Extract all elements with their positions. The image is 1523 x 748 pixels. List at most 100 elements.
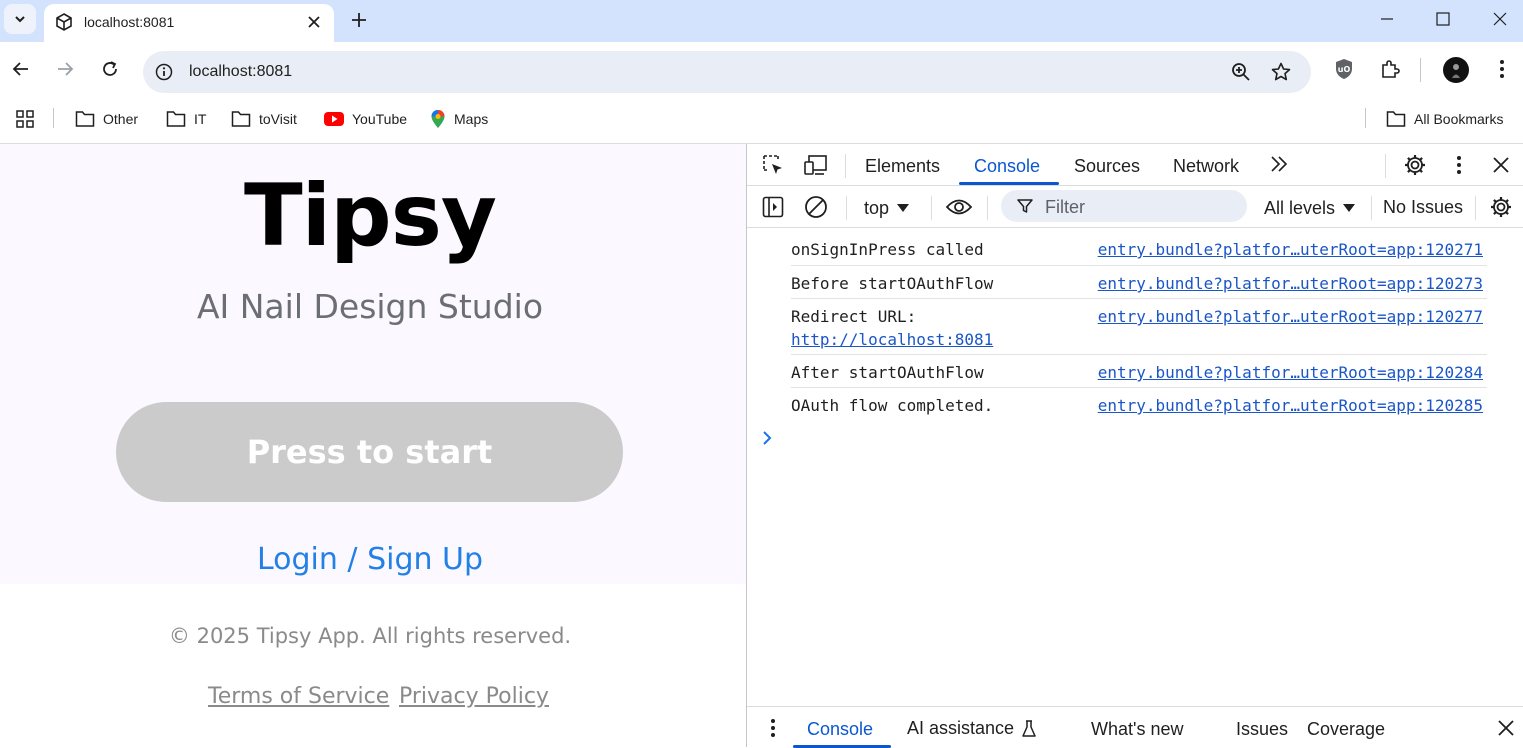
console-filter-input[interactable]: Filter: [1001, 190, 1247, 222]
inspect-element-button[interactable]: [759, 151, 787, 179]
devtools-panel: Elements Console Sources Network top Fil…: [746, 144, 1523, 748]
minimize-button[interactable]: [1364, 4, 1410, 34]
issues-counter[interactable]: No Issues: [1383, 197, 1463, 218]
tab-network[interactable]: Network: [1173, 156, 1239, 177]
console-message-text: OAuth flow completed.: [791, 396, 994, 415]
all-bookmarks-button[interactable]: All Bookmarks: [1386, 108, 1503, 130]
folder-icon: [166, 111, 186, 127]
bookmark-label: YouTube: [352, 111, 408, 127]
kebab-menu-icon: [771, 719, 775, 737]
devtools-settings-button[interactable]: [1401, 151, 1429, 179]
bookmark-label: Other: [103, 111, 139, 127]
close-window-button[interactable]: [1477, 4, 1523, 34]
forward-button[interactable]: [52, 56, 78, 82]
kebab-menu-icon: [1457, 156, 1461, 174]
chevron-right-icon: [763, 431, 772, 445]
console-message: OAuth flow completed. entry.bundle?platf…: [791, 388, 1487, 422]
tab-divider: [1385, 154, 1386, 178]
minimize-icon: [1381, 18, 1393, 20]
maximize-button[interactable]: [1420, 4, 1466, 34]
console-message-text: Before startOAuthFlow: [791, 274, 994, 293]
bookmark-youtube[interactable]: YouTube: [324, 108, 407, 130]
terms-of-service-link[interactable]: Terms of Service: [208, 684, 389, 709]
svg-text:uO: uO: [1338, 65, 1351, 74]
reload-button[interactable]: [97, 56, 123, 82]
filter-icon: [1017, 199, 1033, 213]
clear-console-button[interactable]: [802, 193, 830, 221]
back-button[interactable]: [8, 56, 34, 82]
new-tab-button[interactable]: [346, 7, 372, 33]
login-signup-link[interactable]: Login / Sign Up: [0, 542, 740, 577]
console-settings-button[interactable]: [1487, 193, 1515, 221]
bookmark-star-button[interactable]: [1270, 61, 1292, 83]
drawer-tab-whats-new[interactable]: What's new: [1091, 719, 1183, 740]
drawer-tab-console[interactable]: Console: [807, 719, 873, 740]
kebab-menu-icon: [1500, 60, 1504, 78]
ublock-extension-button[interactable]: uO: [1331, 56, 1357, 82]
bookmark-maps[interactable]: Maps: [430, 108, 488, 130]
devtools-menu-button[interactable]: [1445, 151, 1473, 179]
block-icon: [805, 196, 827, 218]
toolbar-divider: [931, 196, 932, 220]
toolbar-divider: [987, 196, 988, 220]
console-prompt[interactable]: [761, 430, 773, 446]
privacy-policy-link[interactable]: Privacy Policy: [399, 684, 549, 709]
all-bookmarks-label: All Bookmarks: [1414, 111, 1504, 127]
copyright-text: © 2025 Tipsy App. All rights reserved.: [168, 624, 572, 648]
browser-menu-button[interactable]: [1489, 56, 1515, 82]
app-subtitle: AI Nail Design Studio: [196, 287, 544, 326]
folder-icon: [1386, 111, 1406, 127]
drawer-tab-label: AI assistance: [907, 718, 1015, 738]
tab-console[interactable]: Console: [974, 156, 1040, 177]
caret-down-icon: [1343, 204, 1356, 212]
redirect-url-link[interactable]: http://localhost:8081: [791, 328, 993, 351]
profile-avatar[interactable]: [1443, 57, 1469, 83]
toolbar-divider: [1371, 196, 1372, 220]
inspect-icon: [763, 155, 782, 174]
tab-sources[interactable]: Sources: [1074, 156, 1140, 177]
puzzle-icon: [1382, 60, 1400, 78]
console-source-link[interactable]: entry.bundle?platfor…uterRoot=app:120271: [1098, 238, 1483, 261]
zoom-button[interactable]: [1230, 61, 1252, 83]
tab-close-button[interactable]: [304, 12, 324, 32]
console-source-link[interactable]: entry.bundle?platfor…uterRoot=app:120273: [1098, 272, 1483, 295]
context-selector[interactable]: top: [864, 195, 910, 221]
browser-toolbar: localhost:8081 uO: [0, 42, 1523, 100]
drawer-tab-ai-assistance[interactable]: AI assistance: [907, 718, 1036, 739]
show-sidebar-button[interactable]: [759, 193, 787, 221]
star-icon: [1271, 62, 1291, 81]
browser-tab[interactable]: localhost:8081: [44, 4, 334, 42]
start-button[interactable]: Press to start: [116, 402, 623, 502]
device-toolbar-button[interactable]: [802, 151, 830, 179]
maximize-icon: [1436, 12, 1450, 26]
close-drawer-button[interactable]: [1492, 714, 1520, 742]
drawer-tab-coverage[interactable]: Coverage: [1307, 719, 1385, 740]
apps-button[interactable]: [15, 108, 35, 130]
console-message-text: After startOAuthFlow: [791, 363, 984, 382]
close-devtools-button[interactable]: [1487, 151, 1515, 179]
bookmarks-divider: [53, 108, 54, 128]
more-tabs-button[interactable]: [1265, 150, 1293, 178]
address-bar[interactable]: localhost:8081: [143, 51, 1311, 93]
bookmark-label: toVisit: [259, 111, 297, 127]
apps-grid-icon: [16, 110, 34, 128]
console-source-link[interactable]: entry.bundle?platfor…uterRoot=app:120284: [1098, 361, 1483, 384]
console-source-link[interactable]: entry.bundle?platfor…uterRoot=app:120277: [1098, 305, 1483, 328]
tab-elements[interactable]: Elements: [865, 156, 940, 177]
url-text: localhost:8081: [189, 63, 293, 80]
live-expression-button[interactable]: [945, 193, 973, 221]
active-tab-indicator: [959, 182, 1059, 185]
extensions-button[interactable]: [1377, 56, 1403, 82]
caret-down-icon: [897, 204, 910, 212]
tab-title: localhost:8081: [84, 14, 175, 30]
devtools-tab-bar: Elements Console Sources Network: [747, 144, 1523, 186]
drawer-tab-issues[interactable]: Issues: [1236, 719, 1288, 740]
tab-search-button[interactable]: [4, 4, 36, 34]
bookmark-it[interactable]: IT: [166, 108, 206, 130]
bookmark-other[interactable]: Other: [75, 108, 138, 130]
drawer-menu-button[interactable]: [759, 714, 787, 742]
log-levels-dropdown[interactable]: All levels: [1264, 195, 1356, 221]
console-source-link[interactable]: entry.bundle?platfor…uterRoot=app:120285: [1098, 394, 1483, 417]
bookmark-tovisit[interactable]: toVisit: [231, 108, 297, 130]
close-icon: [1498, 720, 1514, 736]
